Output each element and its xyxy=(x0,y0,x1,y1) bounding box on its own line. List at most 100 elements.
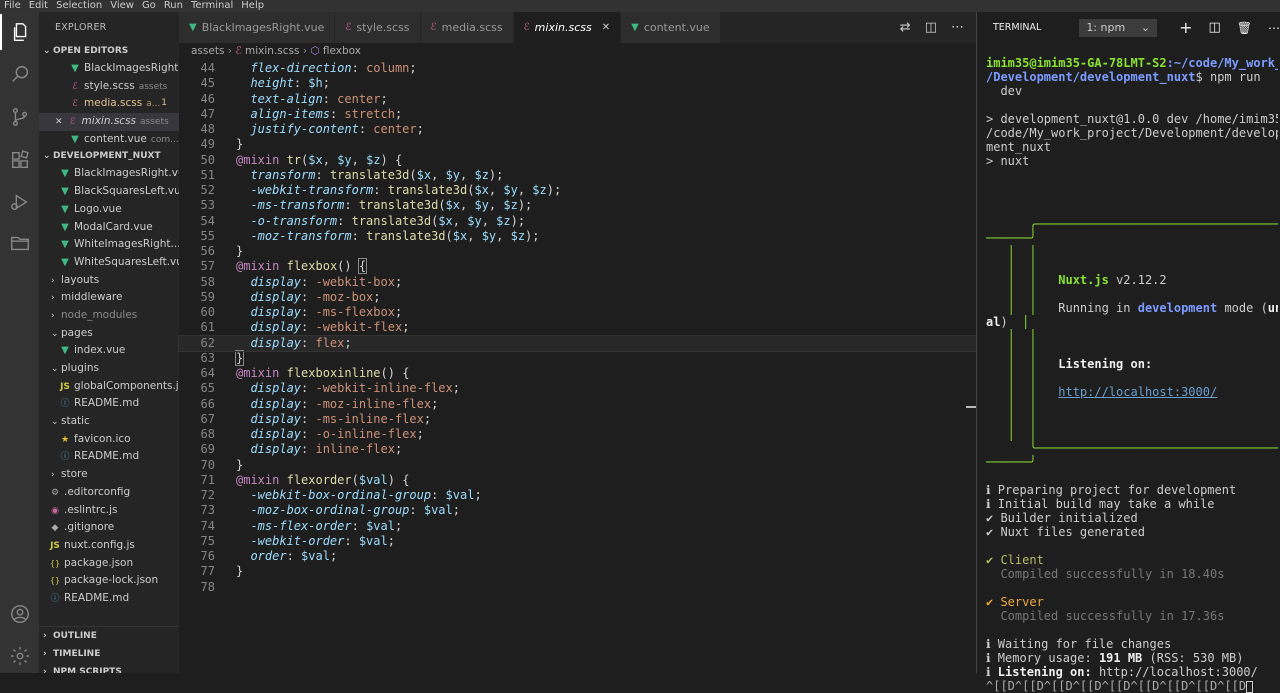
code-line[interactable]: 47 align-items: stretch; xyxy=(179,107,976,122)
tree-item[interactable]: ▼ ModalCard.vue xyxy=(39,219,179,237)
code-line[interactable]: 57 @mixin flexbox() { xyxy=(179,258,976,275)
code-line[interactable]: 73 -moz-box-ordinal-group: $val; xyxy=(179,503,976,518)
close-tab-icon[interactable]: ✕ xyxy=(602,22,610,33)
code-line[interactable]: 70} xyxy=(179,458,976,473)
tree-item[interactable]: ◉ .eslintrc.js xyxy=(39,502,179,520)
breadcrumb-folder[interactable]: assets xyxy=(191,45,224,57)
open-editor-item[interactable]: ▼ BlackImagesRight... xyxy=(39,60,179,78)
tab-blackimagesright-vue[interactable]: ▼ BlackImagesRight.vue xyxy=(179,12,336,43)
code-line[interactable]: 68 display: -o-inline-flex; xyxy=(179,427,976,442)
tree-item[interactable]: › layouts xyxy=(39,272,179,290)
tab-content-vue[interactable]: ▼ content.vue xyxy=(621,12,721,43)
tree-item[interactable]: ▼ index.vue xyxy=(39,342,179,360)
tree-item[interactable]: ▼ WhiteSquaresLeft.vue xyxy=(39,254,179,272)
terminal-selector[interactable]: 1: npm ⌄ xyxy=(1079,18,1158,37)
terminal-output[interactable]: imim35@imim35-GA-78LMT-S2:~/code/My_work… xyxy=(986,56,1278,693)
code-line[interactable]: 78 xyxy=(179,580,976,595)
code-line[interactable]: 67 display: -ms-inline-flex; xyxy=(179,412,976,427)
code-line[interactable]: 45 height: $h; xyxy=(179,76,976,91)
code-line[interactable]: 61 display: -webkit-flex; xyxy=(179,320,976,335)
tab-style-scss[interactable]: ℰstyle.scss xyxy=(335,12,421,43)
code-line[interactable]: 46 text-align: center; xyxy=(179,92,976,107)
code-line[interactable]: 48 justify-content: center; xyxy=(179,122,976,137)
open-editor-item[interactable]: ℰmedia.scss a... 1 xyxy=(39,95,179,113)
menu-terminal[interactable]: Terminal xyxy=(187,0,237,12)
folder-icon[interactable] xyxy=(0,225,39,261)
section-outline[interactable]: › OUTLINE xyxy=(39,627,179,645)
code-line[interactable]: 69 display: inline-flex; xyxy=(179,442,976,457)
code-editor[interactable]: 44 flex-direction: column; 45 height: $h;… xyxy=(178,61,977,595)
tab-media-scss[interactable]: ℰmedia.scss xyxy=(420,12,514,43)
tree-item[interactable]: ⓘ README.md xyxy=(39,395,179,413)
split-terminal-icon[interactable]: ◫ xyxy=(1208,20,1220,35)
code-line[interactable]: 76 order: $val; xyxy=(179,549,976,564)
extensions-icon[interactable] xyxy=(0,142,39,178)
explorer-icon[interactable] xyxy=(0,14,39,50)
code-line[interactable]: 51 transform: translate3d($x, $y, $z); xyxy=(179,168,976,183)
breadcrumb-file[interactable]: mixin.scss xyxy=(245,45,299,57)
search-icon[interactable] xyxy=(0,56,39,92)
code-line[interactable]: 63} xyxy=(179,349,976,366)
code-line[interactable]: 56} xyxy=(179,244,976,259)
tree-item[interactable]: ★ favicon.ico xyxy=(39,431,179,449)
localhost-link[interactable]: http://localhost:3000/ xyxy=(1058,385,1217,399)
section-timeline[interactable]: › TIMELINE xyxy=(39,645,179,663)
code-line[interactable]: 64 @mixin flexboxinline() { xyxy=(179,366,976,381)
open-editor-item[interactable]: ℰstyle.scss assets xyxy=(39,78,179,96)
open-editor-item[interactable]: ✕ ℰmixin.scss assets xyxy=(39,113,179,131)
breadcrumb-symbol[interactable]: flexbox xyxy=(323,45,361,57)
code-line[interactable]: 44 flex-direction: column; xyxy=(179,61,976,76)
tree-item[interactable]: ▼ BlackImagesRight.vue xyxy=(39,165,179,183)
tree-item[interactable]: ▼ BlackSquaresLeft.vue xyxy=(39,183,179,201)
split-editor-icon[interactable]: ◫ xyxy=(925,20,937,35)
tree-item[interactable]: ▼ WhiteImagesRight.... xyxy=(39,236,179,254)
code-line[interactable]: 55 -moz-transform: translate3d($x, $y, $… xyxy=(179,229,976,244)
code-line[interactable]: 66 display: -moz-inline-flex; xyxy=(179,397,976,412)
tree-item[interactable]: › node_modules xyxy=(39,307,179,325)
tree-item[interactable]: ▼ Logo.vue xyxy=(39,201,179,219)
code-line[interactable]: 49} xyxy=(179,137,976,152)
code-line[interactable]: 59 display: -moz-box; xyxy=(179,290,976,305)
tree-item[interactable]: ⌄ static xyxy=(39,413,179,431)
code-line[interactable]: 72 -webkit-box-ordinal-group: $val; xyxy=(179,488,976,503)
menu-view[interactable]: View xyxy=(106,0,138,12)
trash-icon[interactable]: 🗑 xyxy=(1237,21,1252,35)
section-npm-scripts[interactable]: › NPM SCRIPTS xyxy=(39,663,179,673)
code-line[interactable]: 50 @mixin tr($x, $y, $z) { xyxy=(179,153,976,168)
more-icon[interactable]: ⋯ xyxy=(1268,21,1280,35)
code-line[interactable]: 65 display: -webkit-inline-flex; xyxy=(179,381,976,396)
close-icon[interactable]: ✕ xyxy=(55,117,63,127)
more-actions-icon[interactable]: ⋯ xyxy=(951,20,964,35)
code-line[interactable]: 60 display: -ms-flexbox; xyxy=(179,305,976,320)
add-terminal-icon[interactable]: + xyxy=(1179,18,1192,37)
open-editors-header[interactable]: ⌄ OPEN EDITORS xyxy=(39,43,179,60)
tree-item[interactable]: ⌄ plugins xyxy=(39,360,179,378)
tree-item[interactable]: ◆ .gitignore xyxy=(39,519,179,537)
run-debug-icon[interactable] xyxy=(0,184,39,220)
tab-mixin-scss[interactable]: ℰmixin.scss ✕ xyxy=(513,12,622,43)
project-header[interactable]: ⌄ DEVELOPMENT_NUXT xyxy=(39,148,179,165)
tree-item[interactable]: › store xyxy=(39,466,179,484)
tree-item[interactable]: ⓘ README.md xyxy=(39,448,179,466)
code-line[interactable]: 71 @mixin flexorder($val) { xyxy=(179,473,976,488)
tree-item[interactable]: JS globalComponents.js xyxy=(39,378,179,396)
tree-item[interactable]: {} package.json xyxy=(39,555,179,573)
code-line[interactable]: 62 display: flex; xyxy=(178,334,977,352)
menu-file[interactable]: File xyxy=(0,0,25,12)
tree-item[interactable]: ⓘ README.md xyxy=(39,590,179,608)
tree-item[interactable]: {} package-lock.json xyxy=(39,572,179,590)
code-line[interactable]: 75 -webkit-order: $val; xyxy=(179,534,976,549)
source-control-icon[interactable] xyxy=(0,99,39,135)
tree-item[interactable]: ⚙ .editorconfig xyxy=(39,484,179,502)
code-line[interactable]: 77} xyxy=(179,564,976,579)
menu-edit[interactable]: Edit xyxy=(25,0,52,12)
code-line[interactable]: 58 display: -webkit-box; xyxy=(179,275,976,290)
menu-help[interactable]: Help xyxy=(237,0,268,12)
code-line[interactable]: 52 -webkit-transform: translate3d($x, $y… xyxy=(179,183,976,198)
account-icon[interactable] xyxy=(0,596,39,632)
tree-item[interactable]: ⌄ pages xyxy=(39,325,179,343)
menu-selection[interactable]: Selection xyxy=(52,0,106,12)
tree-item[interactable]: JS nuxt.config.js xyxy=(39,537,179,555)
menu-go[interactable]: Go xyxy=(138,0,160,12)
settings-gear-icon[interactable] xyxy=(0,638,39,674)
